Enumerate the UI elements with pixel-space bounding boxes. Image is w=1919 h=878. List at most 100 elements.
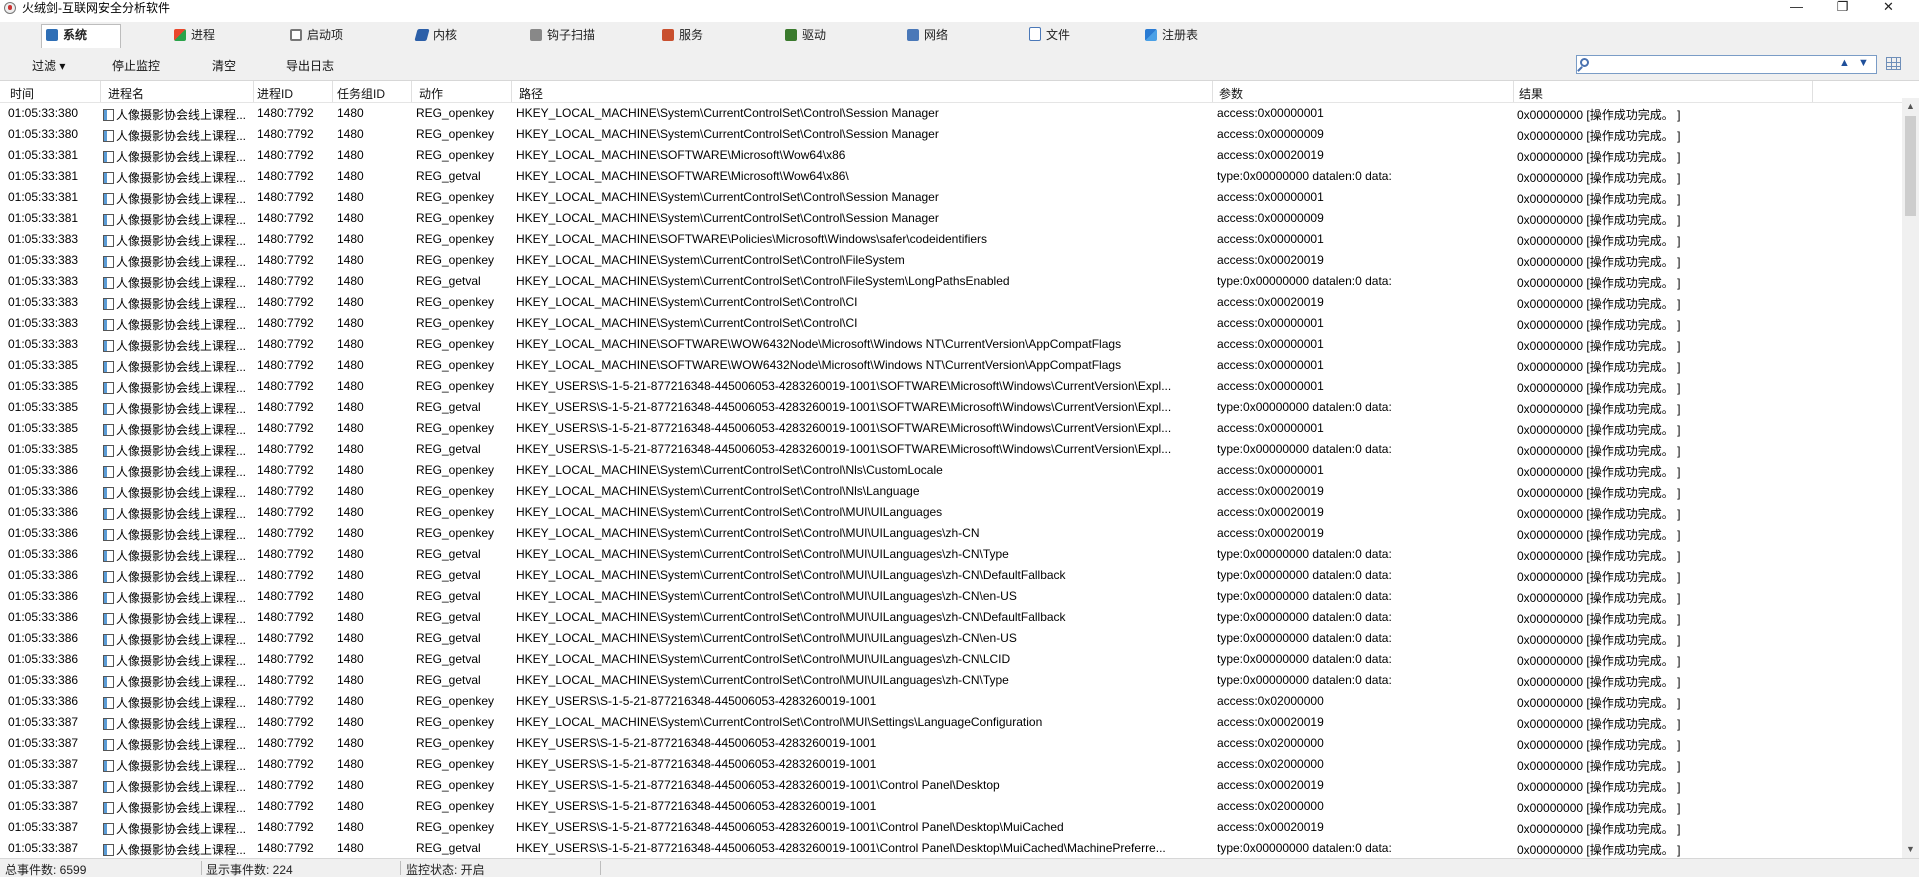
column-resize-handle[interactable] [1513, 81, 1514, 102]
column-header-process-name[interactable]: 进程名 [108, 85, 144, 102]
table-row[interactable]: 01:05:33:386 人像摄影协会线上课程... 1480:7792 1480 RE… [0, 544, 1902, 565]
scroll-up-icon[interactable]: ▲ [1902, 98, 1919, 115]
cell-task-group-id: 1480 [337, 232, 364, 246]
tab-service[interactable]: 服务 [658, 25, 703, 47]
column-header-action[interactable]: 动作 [419, 85, 443, 102]
table-row[interactable]: 01:05:33:386 人像摄影协会线上课程... 1480:7792 1480 RE… [0, 649, 1902, 670]
column-resize-handle[interactable] [253, 81, 254, 102]
table-row[interactable]: 01:05:33:385 人像摄影协会线上课程... 1480:7792 1480 RE… [0, 376, 1902, 397]
column-resize-handle[interactable] [411, 81, 412, 102]
cell-process-id: 1480:7792 [257, 358, 314, 372]
cell-result: 0x00000000 [操作成功完成。 ] [1517, 108, 1681, 122]
column-resize-handle[interactable] [100, 81, 101, 102]
tab-process[interactable]: 进程 [170, 25, 215, 47]
cell-process-name: 人像摄影协会线上课程... [103, 127, 253, 144]
table-row[interactable]: 01:05:33:387 人像摄影协会线上课程... 1480:7792 1480 RE… [0, 838, 1902, 858]
stop-monitor-button[interactable]: 停止监控 [112, 57, 160, 74]
table-row[interactable]: 01:05:33:386 人像摄影协会线上课程... 1480:7792 1480 RE… [0, 586, 1902, 607]
table-row[interactable]: 01:05:33:381 人像摄影协会线上课程... 1480:7792 1480 RE… [0, 145, 1902, 166]
cell-process-id: 1480:7792 [257, 715, 314, 729]
table-row[interactable]: 01:05:33:383 人像摄影协会线上课程... 1480:7792 1480 RE… [0, 229, 1902, 250]
column-resize-handle[interactable] [332, 81, 333, 102]
cell-action: REG_openkey [416, 694, 495, 708]
search-input[interactable] [1593, 57, 1827, 74]
cell-path: HKEY_LOCAL_MACHINE\System\CurrentControl… [516, 463, 943, 477]
table-row[interactable]: 01:05:33:383 人像摄影协会线上课程... 1480:7792 1480 RE… [0, 271, 1902, 292]
vertical-scrollbar[interactable]: ▲ ▼ [1902, 98, 1919, 858]
table-row[interactable]: 01:05:33:387 人像摄影协会线上课程... 1480:7792 1480 RE… [0, 817, 1902, 838]
tab-hook-scan[interactable]: 钩子扫描 [526, 25, 595, 47]
table-row[interactable]: 01:05:33:387 人像摄影协会线上课程... 1480:7792 1480 RE… [0, 754, 1902, 775]
table-row[interactable]: 01:05:33:385 人像摄影协会线上课程... 1480:7792 1480 RE… [0, 439, 1902, 460]
column-resize-handle[interactable] [511, 81, 512, 102]
table-row[interactable]: 01:05:33:387 人像摄影协会线上课程... 1480:7792 1480 RE… [0, 733, 1902, 754]
search-prev-icon[interactable]: ▲ [1839, 57, 1850, 69]
column-resize-handle[interactable] [1812, 81, 1813, 102]
table-row[interactable]: 01:05:33:381 人像摄影协会线上课程... 1480:7792 1480 RE… [0, 166, 1902, 187]
export-log-button[interactable]: 导出日志 [286, 57, 334, 74]
column-header-result[interactable]: 结果 [1519, 85, 1543, 102]
cell-task-group-id: 1480 [337, 673, 364, 687]
scrollbar-thumb[interactable] [1905, 116, 1916, 216]
table-row[interactable]: 01:05:33:383 人像摄影协会线上课程... 1480:7792 1480 RE… [0, 334, 1902, 355]
tab-file[interactable]: 文件 [1025, 25, 1070, 47]
cell-path: HKEY_LOCAL_MACHINE\System\CurrentControl… [516, 484, 920, 498]
table-row[interactable]: 01:05:33:385 人像摄影协会线上课程... 1480:7792 1480 RE… [0, 418, 1902, 439]
table-row[interactable]: 01:05:33:383 人像摄影协会线上课程... 1480:7792 1480 RE… [0, 292, 1902, 313]
cell-result: 0x00000000 [操作成功完成。 ] [1517, 213, 1681, 227]
table-row[interactable]: 01:05:33:385 人像摄影协会线上课程... 1480:7792 1480 RE… [0, 355, 1902, 376]
table-row[interactable]: 01:05:33:381 人像摄影协会线上课程... 1480:7792 1480 RE… [0, 187, 1902, 208]
cell-params: access:0x02000000 [1217, 736, 1324, 750]
table-row[interactable]: 01:05:33:381 人像摄影协会线上课程... 1480:7792 1480 RE… [0, 208, 1902, 229]
column-header-process-id[interactable]: 进程ID [257, 85, 293, 102]
table-row[interactable]: 01:05:33:380 人像摄影协会线上课程... 1480:7792 1480 RE… [0, 103, 1902, 124]
minimize-button[interactable]: — [1774, 0, 1819, 17]
table-row[interactable]: 01:05:33:385 人像摄影协会线上课程... 1480:7792 1480 RE… [0, 397, 1902, 418]
table-row[interactable]: 01:05:33:386 人像摄影协会线上课程... 1480:7792 1480 RE… [0, 481, 1902, 502]
process-file-icon [103, 277, 114, 289]
column-header-task-group-id[interactable]: 任务组ID [337, 85, 385, 102]
table-row[interactable]: 01:05:33:386 人像摄影协会线上课程... 1480:7792 1480 RE… [0, 607, 1902, 628]
table-row[interactable]: 01:05:33:386 人像摄影协会线上课程... 1480:7792 1480 RE… [0, 670, 1902, 691]
cell-action: REG_openkey [416, 526, 495, 540]
close-button[interactable]: ✕ [1866, 0, 1911, 17]
table-row[interactable]: 01:05:33:387 人像摄影协会线上课程... 1480:7792 1480 RE… [0, 775, 1902, 796]
process-file-icon [103, 172, 114, 184]
column-header-params[interactable]: 参数 [1219, 85, 1243, 102]
table-row[interactable]: 01:05:33:383 人像摄影协会线上课程... 1480:7792 1480 RE… [0, 313, 1902, 334]
table-row[interactable]: 01:05:33:386 人像摄影协会线上课程... 1480:7792 1480 RE… [0, 565, 1902, 586]
table-row[interactable]: 01:05:33:386 人像摄影协会线上课程... 1480:7792 1480 RE… [0, 523, 1902, 544]
process-name-text: 人像摄影协会线上课程... [116, 759, 247, 773]
table-row[interactable]: 01:05:33:387 人像摄影协会线上课程... 1480:7792 1480 RE… [0, 712, 1902, 733]
column-header-path[interactable]: 路径 [519, 85, 543, 102]
tab-startup[interactable]: 启动项 [286, 25, 343, 47]
filter-dropdown[interactable]: 过滤 ▾ [32, 57, 65, 74]
clear-button[interactable]: 清空 [212, 57, 236, 74]
table-row[interactable]: 01:05:33:380 人像摄影协会线上课程... 1480:7792 1480 RE… [0, 124, 1902, 145]
cell-result: 0x00000000 [操作成功完成。 ] [1517, 843, 1681, 857]
cell-result: 0x00000000 [操作成功完成。 ] [1517, 381, 1681, 395]
cell-params: access:0x00000001 [1217, 190, 1324, 204]
tab-label: 启动项 [307, 28, 344, 42]
table-row[interactable]: 01:05:33:386 人像摄影协会线上课程... 1480:7792 1480 RE… [0, 628, 1902, 649]
process-name-text: 人像摄影协会线上课程... [116, 549, 247, 563]
column-header-time[interactable]: 时间 [10, 85, 34, 102]
table-row[interactable]: 01:05:33:386 人像摄影协会线上课程... 1480:7792 1480 RE… [0, 691, 1902, 712]
cell-task-group-id: 1480 [337, 295, 364, 309]
column-settings-icon[interactable] [1886, 57, 1901, 70]
tab-registry[interactable]: 注册表 [1141, 25, 1198, 47]
tab-network[interactable]: 网络 [903, 25, 948, 47]
cell-time: 01:05:33:387 [8, 715, 79, 729]
tab-kernel[interactable]: 内核 [412, 25, 457, 47]
scroll-down-icon[interactable]: ▼ [1902, 841, 1919, 858]
table-row[interactable]: 01:05:33:387 人像摄影协会线上课程... 1480:7792 1480 RE… [0, 796, 1902, 817]
table-row[interactable]: 01:05:33:386 人像摄影协会线上课程... 1480:7792 1480 RE… [0, 460, 1902, 481]
table-row[interactable]: 01:05:33:386 人像摄影协会线上课程... 1480:7792 1480 RE… [0, 502, 1902, 523]
tab-system[interactable]: 系统 [41, 24, 121, 48]
tab-driver[interactable]: 驱动 [781, 25, 826, 47]
maximize-button[interactable]: ❐ [1820, 0, 1865, 17]
column-resize-handle[interactable] [1212, 81, 1213, 102]
cell-result: 0x00000000 [操作成功完成。 ] [1517, 150, 1681, 164]
table-row[interactable]: 01:05:33:383 人像摄影协会线上课程... 1480:7792 1480 RE… [0, 250, 1902, 271]
search-next-icon[interactable]: ▼ [1858, 57, 1869, 69]
